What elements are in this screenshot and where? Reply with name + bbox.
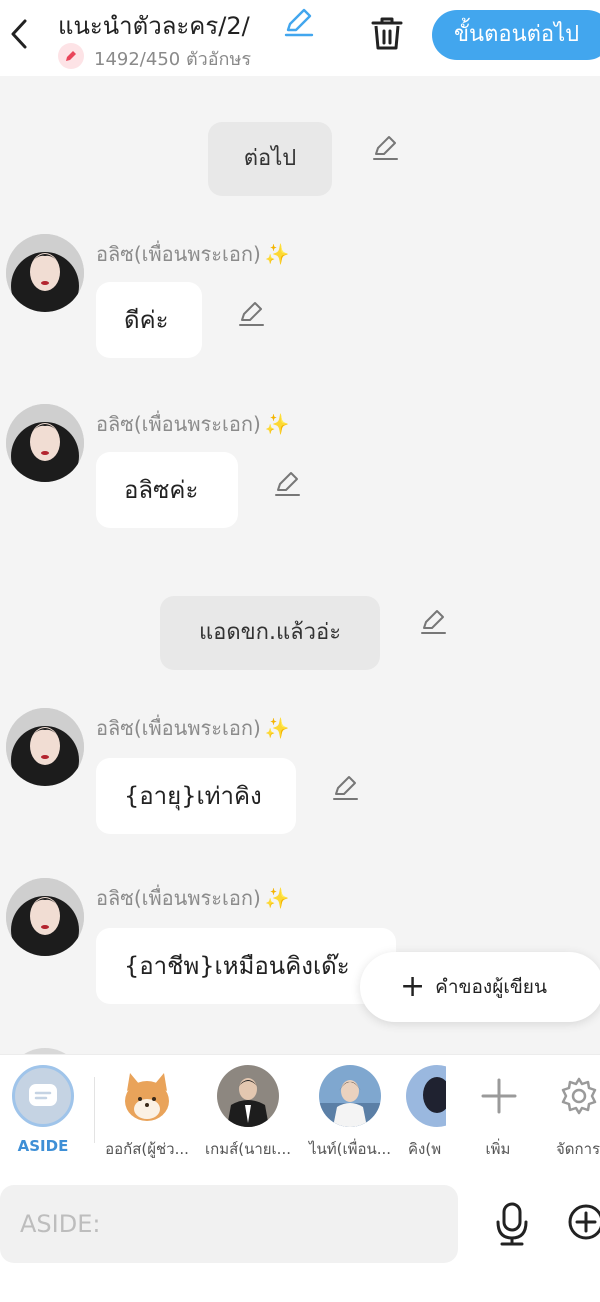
speaker-name-label: อลิซ(เพื่อนพระเอก) — [96, 886, 261, 910]
author-note-button[interactable]: + คำของผู้เขียน — [360, 952, 600, 1022]
chevron-left-icon — [11, 19, 27, 49]
edit-message-button[interactable] — [370, 132, 400, 162]
speaker-name: อลิซ(เพื่อนพระเอก) ✨ — [96, 408, 290, 440]
avatar[interactable] — [6, 234, 84, 312]
narration-bubble[interactable]: ต่อไป — [208, 122, 332, 196]
sparkle-icon: ✨ — [264, 242, 290, 266]
edit-message-button[interactable] — [330, 772, 360, 802]
page-title: แนะนำตัวละคร/2/ — [58, 12, 250, 40]
avatar[interactable] — [6, 404, 84, 482]
avatar[interactable] — [6, 878, 84, 956]
attach-button[interactable] — [566, 1202, 600, 1242]
pencil-icon — [421, 610, 446, 634]
divider — [94, 1077, 95, 1143]
character-item[interactable]: เกมส์(นายเ... — [202, 1065, 294, 1161]
pencil-icon — [284, 8, 314, 37]
pencil-badge-icon — [58, 43, 84, 69]
gear-icon-wrap — [548, 1065, 600, 1127]
pencil-icon — [333, 776, 358, 800]
input-bar: ASIDE: — [0, 1172, 600, 1302]
narration-bubble[interactable]: แอดขก.แล้วอ่ะ — [160, 596, 380, 670]
pencil-icon — [239, 302, 264, 326]
pencil-icon — [275, 472, 300, 496]
chat-bubble-icon — [29, 1084, 57, 1106]
person-avatar — [319, 1065, 381, 1127]
edit-message-button[interactable] — [272, 468, 302, 498]
character-count: 1492/450 ตัวอักษร — [94, 49, 251, 70]
character-selector: ASIDE ออกัส(ผู้ช่ว... เกมส์(นายเ... ไนท์… — [0, 1054, 600, 1172]
person-avatar — [217, 1065, 279, 1127]
author-note-label: คำของผู้เขียน — [435, 976, 547, 998]
avatar-image — [6, 708, 84, 786]
character-aside[interactable]: ASIDE — [6, 1065, 80, 1155]
speaker-name: อลิซ(เพื่อนพระเอก) ✨ — [96, 238, 290, 270]
gear-icon — [561, 1077, 597, 1115]
plus-circle-icon — [568, 1204, 600, 1240]
character-avatar — [116, 1065, 178, 1127]
plus-icon — [481, 1078, 517, 1114]
pencil-icon — [373, 136, 398, 160]
character-avatar — [319, 1065, 381, 1127]
character-label: ASIDE — [17, 1137, 69, 1155]
title-edit-button[interactable] — [282, 6, 314, 38]
speech-bubble[interactable]: ดีค่ะ — [96, 282, 202, 358]
microphone-button[interactable] — [492, 1200, 532, 1248]
edit-message-button[interactable] — [418, 606, 448, 636]
next-step-button[interactable]: ขั้นตอนต่อไป — [432, 10, 600, 60]
speech-bubble[interactable]: {อายุ}เท่าคิง — [96, 758, 296, 834]
speaker-name-label: อลิซ(เพื่อนพระเอก) — [96, 242, 261, 266]
character-item[interactable]: ไนท์(เพื่อน... — [304, 1065, 396, 1161]
character-item[interactable]: ออกัส(ผู้ช่ว... — [100, 1065, 194, 1161]
microphone-icon — [496, 1202, 528, 1246]
chat-area[interactable]: ต่อไป อลิซ(เพื่อนพระเอก) ✨ ดีค่ะ อลิซ(เพ… — [0, 76, 600, 1054]
sparkle-icon: ✨ — [264, 716, 290, 740]
speaker-name: อลิซ(เพื่อนพระเอก) ✨ — [96, 712, 290, 744]
character-avatar — [406, 1065, 446, 1127]
character-label: ไนท์(เพื่อน... — [308, 1140, 392, 1158]
sparkle-icon: ✨ — [264, 412, 290, 436]
add-character-label: เพิ่ม — [485, 1140, 511, 1158]
person-avatar — [406, 1065, 446, 1127]
speech-bubble[interactable]: {อาชีพ}เหมือนคิงเด๊ะ — [96, 928, 396, 1004]
avatar-image — [6, 234, 84, 312]
sparkle-icon: ✨ — [264, 886, 290, 910]
character-label: คิง(พ — [408, 1140, 442, 1158]
speech-bubble[interactable]: อลิซค่ะ — [96, 452, 238, 528]
plus-icon: + — [400, 969, 426, 1004]
add-character-button[interactable]: เพิ่ม — [468, 1065, 528, 1161]
manage-characters-button[interactable]: จัดการ — [548, 1065, 600, 1161]
character-avatar — [217, 1065, 279, 1127]
speaker-name-label: อลิซ(เพื่อนพระเอก) — [96, 412, 261, 436]
avatar[interactable] — [6, 708, 84, 786]
speaker-name: อลิซ(เพื่อนพระเอก) ✨ — [96, 882, 290, 914]
edit-message-button[interactable] — [236, 298, 266, 328]
character-label: ออกัส(ผู้ช่ว... — [105, 1140, 189, 1158]
shiba-avatar — [116, 1065, 178, 1127]
character-item[interactable]: คิง(พ — [406, 1065, 446, 1161]
avatar-image — [6, 878, 84, 956]
add-icon-wrap — [468, 1065, 530, 1127]
trash-icon — [371, 17, 403, 50]
message-input[interactable]: ASIDE: — [0, 1185, 458, 1263]
aside-avatar — [12, 1065, 74, 1127]
delete-button[interactable] — [368, 14, 406, 54]
back-button[interactable] — [4, 12, 34, 56]
avatar-image — [6, 404, 84, 482]
header: แนะนำตัวละคร/2/ 1492/450 ตัวอักษร ขั้นตอ… — [0, 0, 600, 76]
character-label: เกมส์(นายเ... — [204, 1140, 291, 1158]
speaker-name-label: อลิซ(เพื่อนพระเอก) — [96, 716, 261, 740]
manage-characters-label: จัดการ — [555, 1140, 600, 1158]
